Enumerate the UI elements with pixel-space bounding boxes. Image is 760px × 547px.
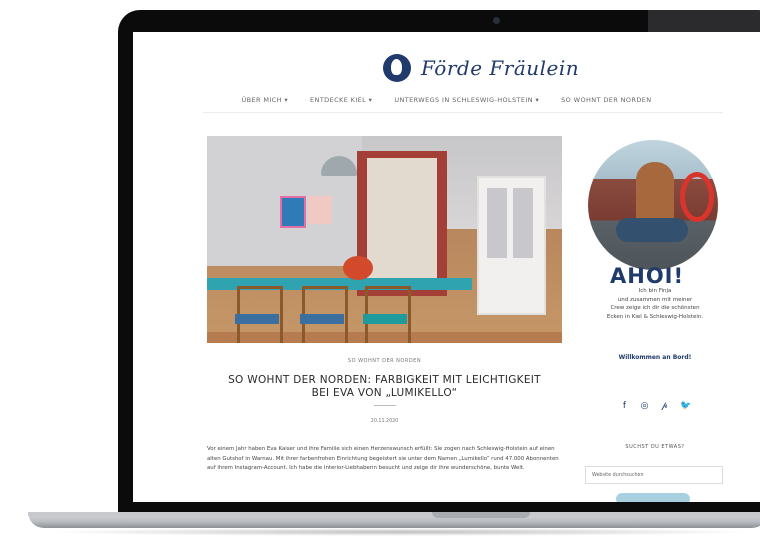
life-ring: [680, 172, 714, 222]
laptop-shadow: [40, 528, 760, 536]
avatar: [588, 140, 718, 270]
nav-item-entdecke-kiel[interactable]: ENTDECKE KIEL ▾: [310, 96, 372, 104]
hero-doorway-interior: [367, 158, 437, 288]
hero-chair-seat: [300, 314, 344, 324]
search-label: SUCHST DU ETWAS?: [625, 444, 685, 450]
nav-divider: [203, 112, 723, 113]
hero-door-pane: [487, 188, 507, 258]
greeting-heading: AHOI!: [610, 264, 685, 288]
hero-chair-seat: [235, 314, 279, 324]
search-input[interactable]: Website durchsuchen: [585, 466, 723, 484]
post-title-line: BEI EVA VON „LUMIKELLO“: [311, 387, 458, 399]
post-hero-image[interactable]: [207, 136, 562, 343]
hero-flowers: [343, 256, 373, 280]
title-divider: [374, 405, 396, 406]
logo-icon: [383, 54, 411, 82]
laptop-base-lip: [28, 512, 760, 516]
post-title-line: SO WOHNT DER NORDEN: FARBIGKEIT MIT LEIC…: [228, 374, 541, 386]
facebook-icon[interactable]: f: [620, 401, 629, 411]
social-links: f ◎ 𝓅 🐦: [620, 401, 691, 411]
hero-door-pane: [513, 188, 533, 258]
post-date: 20.11.2020: [370, 419, 399, 424]
avatar-legs: [616, 218, 688, 242]
intro-text: Ich bin Finja und zusammen mit meiner Cr…: [606, 288, 704, 320]
laptop-notch: [432, 512, 530, 518]
webcam-icon: [493, 17, 500, 24]
post-excerpt: Vor einem Jahr haben Eva Kaiser und ihre…: [207, 446, 559, 471]
welcome-text: Willkommen an Bord!: [618, 354, 692, 361]
nav-item-unterwegs[interactable]: UNTERWEGS IN SCHLESWIG-HOLSTEIN ▾: [394, 96, 539, 104]
twitter-icon[interactable]: 🐦: [680, 401, 691, 411]
search-button[interactable]: [616, 493, 690, 502]
post-title[interactable]: SO WOHNT DER NORDEN: FARBIGKEIT MIT LEIC…: [207, 374, 562, 400]
lid-glare: [648, 10, 760, 32]
site-title: Förde Fräulein: [421, 56, 580, 80]
post-category[interactable]: SO WOHNT DER NORDEN: [207, 358, 562, 364]
nav-item-so-wohnt[interactable]: SO WOHNT DER NORDEN: [561, 96, 651, 104]
hero-artwork: [308, 196, 332, 224]
nav-item-ueber-mich[interactable]: ÜBER MICH ▾: [241, 96, 288, 104]
hero-chair-seat: [363, 314, 407, 324]
main-nav: ÜBER MICH ▾ ENTDECKE KIEL ▾ UNTERWEGS IN…: [133, 96, 760, 104]
browser-screen: Förde Fräulein ÜBER MICH ▾ ENTDECKE KIEL…: [133, 32, 760, 502]
hero-artwork: [280, 196, 306, 228]
site-brand[interactable]: Förde Fräulein: [383, 52, 579, 84]
instagram-icon[interactable]: ◎: [640, 401, 649, 411]
pinterest-icon[interactable]: 𝓅: [660, 401, 669, 411]
